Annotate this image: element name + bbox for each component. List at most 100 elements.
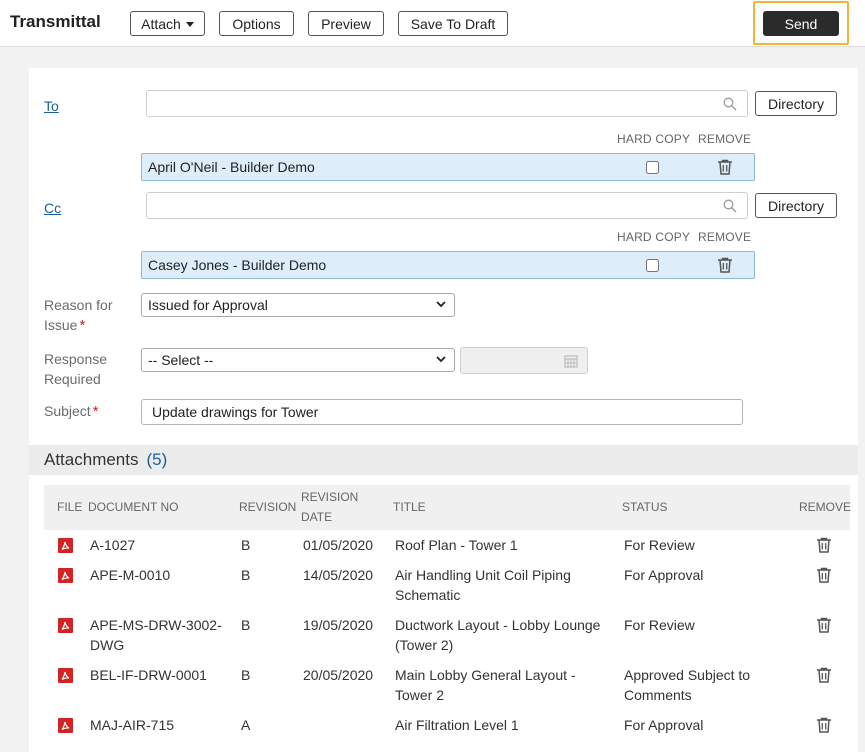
title-cell: Ductwork Layout - Lobby Lounge (Tower 2)	[395, 615, 600, 655]
options-button[interactable]: Options	[219, 11, 294, 36]
subject-label-text: Subject	[44, 403, 91, 419]
cc-remove-header: REMOVE	[698, 230, 752, 244]
attach-button-label: Attach	[141, 15, 181, 32]
remove-attachment-button[interactable]	[815, 566, 833, 589]
top-toolbar: Transmittal Attach Options Preview Save …	[0, 0, 865, 47]
pdf-file-icon[interactable]	[58, 668, 73, 683]
trash-icon	[817, 537, 831, 553]
title-line2: (Tower 2)	[395, 637, 454, 653]
page-title: Transmittal	[10, 12, 101, 31]
calendar-icon	[564, 355, 578, 368]
col-revision-date-line1: REVISION	[301, 490, 359, 504]
status-line1: For Approval	[624, 717, 704, 733]
hard-copy-checkbox[interactable]	[646, 259, 659, 272]
required-marker: *	[79, 317, 86, 334]
revision-cell: B	[241, 537, 251, 553]
remove-attachment-button[interactable]	[815, 536, 833, 559]
cc-hard-copy-header: HARD COPY	[617, 230, 691, 244]
document-no-line1: APE-MS-DRW-3002-	[90, 617, 222, 633]
cc-search-field[interactable]	[146, 192, 748, 219]
col-document-no: DOCUMENT NO	[88, 500, 179, 514]
subject-field[interactable]	[141, 399, 743, 425]
trash-icon	[817, 667, 831, 683]
status-line1: For Review	[624, 537, 695, 553]
title-line2: Schematic	[395, 587, 461, 603]
to-search-field[interactable]	[146, 90, 748, 117]
to-directory-button[interactable]: Directory	[755, 91, 837, 116]
response-date-field[interactable]	[460, 347, 588, 374]
document-no-line1: BEL-IF-DRW-0001	[90, 667, 207, 683]
send-button-highlight: Send	[753, 1, 849, 45]
document-no-cell: A-1027	[90, 535, 135, 555]
pdf-file-icon[interactable]	[58, 538, 73, 553]
document-no-line1: A-1027	[90, 537, 136, 553]
attachments-table-header: FILE DOCUMENT NO REVISION REVISION DATE …	[44, 485, 851, 530]
trash-icon	[718, 257, 732, 273]
col-revision-date: REVISION DATE	[301, 487, 358, 527]
title-line1: Air Filtration Level 1	[395, 717, 519, 733]
pdf-glyph	[61, 541, 70, 551]
cc-search-input[interactable]	[147, 193, 707, 218]
send-button[interactable]: Send	[763, 11, 839, 36]
title-line1: Ductwork Layout - Lobby Lounge	[395, 617, 601, 633]
revision-cell: B	[241, 667, 251, 683]
cc-label-link[interactable]: Cc	[44, 200, 61, 216]
to-hard-copy-header: HARD COPY	[617, 132, 691, 146]
remove-attachment-button[interactable]	[815, 666, 833, 689]
save-to-draft-button[interactable]: Save To Draft	[398, 11, 508, 36]
to-recipient-row: April O'Neil - Builder Demo	[141, 153, 755, 181]
to-remove-header: REMOVE	[698, 132, 752, 146]
document-no-cell: APE-MS-DRW-3002- DWG	[90, 615, 222, 655]
status-cell: For Approval	[624, 565, 703, 585]
recipient-name: Casey Jones - Builder Demo	[148, 257, 327, 273]
reason-selected-value: Issued for Approval	[148, 297, 268, 313]
status-cell: For Review	[624, 535, 695, 555]
document-no-cell: APE-M-0010	[90, 565, 170, 585]
remove-attachment-button[interactable]	[815, 716, 833, 739]
chevron-down-icon	[436, 356, 446, 363]
trash-icon	[817, 717, 831, 733]
status-line1: For Approval	[624, 567, 704, 583]
status-cell: For Review	[624, 615, 695, 635]
document-no-line2: DWG	[90, 637, 125, 653]
subject-input[interactable]	[142, 400, 738, 424]
to-label-link[interactable]: To	[44, 98, 59, 114]
attachments-section-header: Attachments (5)	[29, 445, 858, 475]
recipient-name: April O'Neil - Builder Demo	[148, 159, 315, 175]
title-line1: Main Lobby General Layout -	[395, 667, 576, 683]
remove-recipient-button[interactable]	[716, 158, 734, 181]
pdf-file-icon[interactable]	[58, 568, 73, 583]
pdf-glyph	[61, 721, 70, 731]
title-line1: Air Handling Unit Coil Piping	[395, 567, 571, 583]
revision-date-cell: 19/05/2020	[303, 617, 374, 633]
response-required-label: Response Required	[44, 349, 107, 389]
trash-icon	[817, 567, 831, 583]
preview-button[interactable]: Preview	[308, 11, 384, 36]
attach-button[interactable]: Attach	[130, 11, 205, 36]
response-label-line1: Response	[44, 351, 108, 367]
col-revision-date-line2: DATE	[301, 510, 333, 524]
response-required-select[interactable]: -- Select --	[141, 348, 455, 372]
attachments-title: Attachments (5)	[44, 450, 167, 470]
required-marker: *	[92, 403, 99, 420]
cc-directory-button[interactable]: Directory	[755, 193, 837, 218]
hard-copy-checkbox[interactable]	[646, 161, 659, 174]
trash-icon	[718, 159, 732, 175]
to-search-input[interactable]	[147, 91, 707, 116]
reason-for-issue-select[interactable]: Issued for Approval	[141, 293, 455, 317]
pdf-glyph	[61, 571, 70, 581]
status-cell: Approved Subject to Comments	[624, 665, 750, 705]
title-cell: Roof Plan - Tower 1	[395, 535, 518, 555]
revision-date-cell: 20/05/2020	[303, 667, 374, 683]
pdf-file-icon[interactable]	[58, 718, 73, 733]
remove-attachment-button[interactable]	[815, 616, 833, 639]
cc-recipient-row: Casey Jones - Builder Demo	[141, 251, 755, 279]
col-file: FILE	[57, 500, 83, 514]
reason-label-line2: Issue	[44, 317, 78, 333]
search-icon	[723, 199, 737, 213]
pdf-glyph	[61, 671, 70, 681]
remove-recipient-button[interactable]	[716, 256, 734, 279]
pdf-file-icon[interactable]	[58, 618, 73, 633]
trash-icon	[817, 617, 831, 633]
attachments-count: (5)	[146, 450, 168, 469]
